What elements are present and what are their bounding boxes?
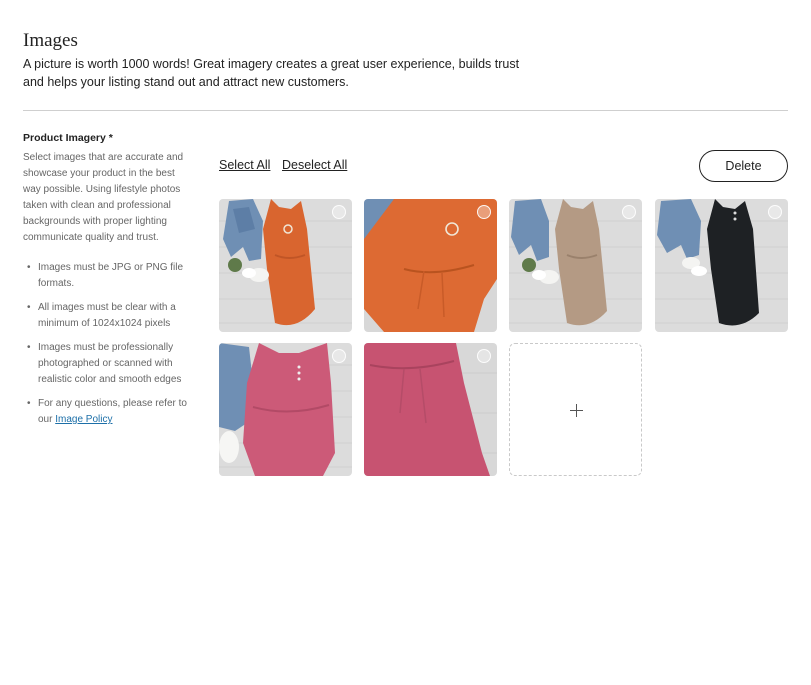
product-image-6[interactable] (364, 343, 497, 476)
page-title: Images (23, 30, 78, 51)
add-image-button[interactable] (509, 343, 642, 476)
deselect-all-link[interactable]: Deselect All (282, 158, 347, 172)
product-image-1[interactable] (219, 199, 352, 332)
orange-dress-closeup-image (364, 199, 497, 332)
product-image-2[interactable] (364, 199, 497, 332)
select-circle[interactable] (332, 205, 346, 219)
guideline-item: For any questions, please refer to our I… (23, 396, 188, 428)
product-image-3[interactable] (509, 199, 642, 332)
select-circle[interactable] (332, 349, 346, 363)
delete-button[interactable]: Delete (699, 150, 788, 182)
product-imagery-description: Select images that are accurate and show… (23, 152, 184, 243)
product-imagery-heading: Product Imagery * (23, 132, 113, 144)
plus-icon (570, 404, 583, 417)
select-circle[interactable] (622, 205, 636, 219)
taupe-dress-flatlay-image (509, 199, 642, 332)
section-divider (23, 110, 788, 111)
select-circle[interactable] (477, 205, 491, 219)
product-imagery-guidelines: Product Imagery * Select images that are… (23, 132, 188, 436)
product-image-4[interactable] (655, 199, 788, 332)
image-policy-link[interactable]: Image Policy (55, 414, 112, 425)
guideline-item: Images must be professionally photograph… (23, 340, 188, 388)
product-image-5[interactable] (219, 343, 352, 476)
pink-dress-flatlay-image (219, 343, 352, 476)
orange-dress-flatlay-image (219, 199, 352, 332)
guideline-list: Images must be JPG or PNG file formats. … (23, 260, 188, 428)
page-intro: A picture is worth 1000 words! Great ima… (23, 57, 520, 89)
black-dress-flatlay-image (655, 199, 788, 332)
select-circle[interactable] (477, 349, 491, 363)
pink-dress-closeup-image (364, 343, 497, 476)
select-all-link[interactable]: Select All (219, 158, 270, 172)
guideline-item: All images must be clear with a minimum … (23, 300, 188, 332)
select-circle[interactable] (768, 205, 782, 219)
guideline-item: Images must be JPG or PNG file formats. (23, 260, 188, 292)
